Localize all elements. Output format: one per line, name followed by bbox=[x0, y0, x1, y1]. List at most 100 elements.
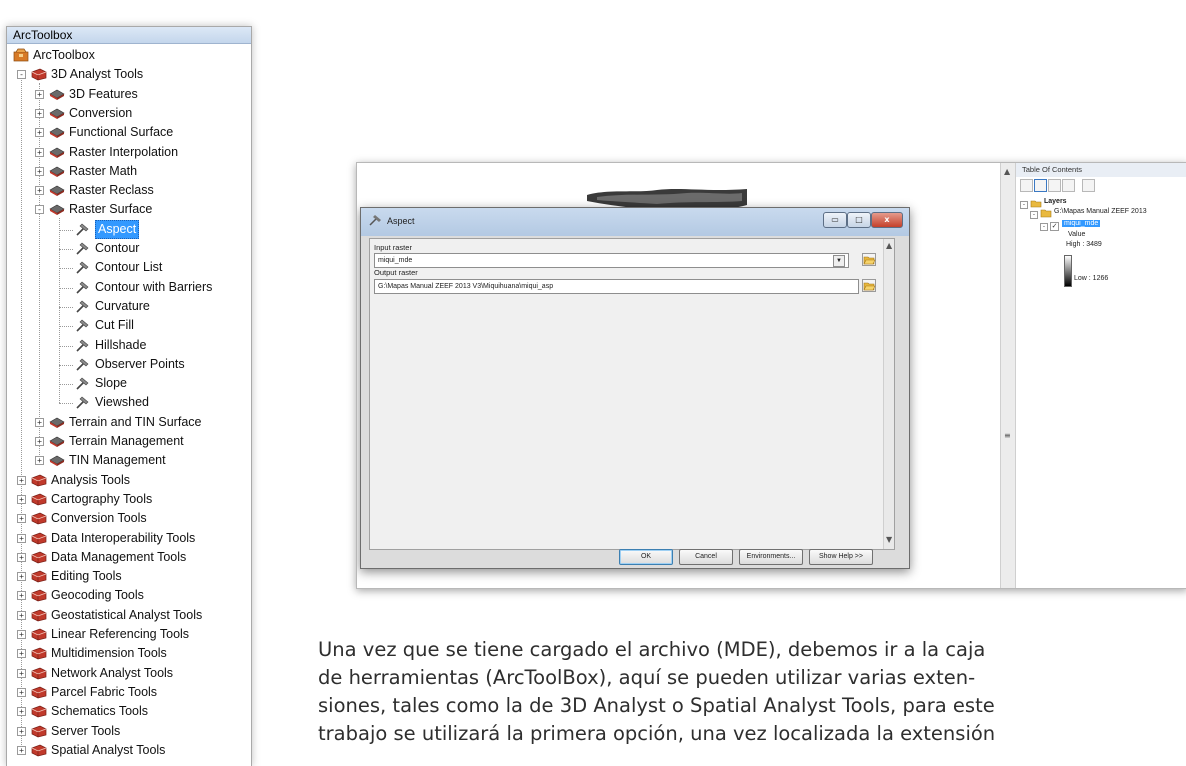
open-folder-icon[interactable] bbox=[862, 253, 876, 266]
toc-layer-name[interactable]: miqui_mde bbox=[1062, 220, 1101, 227]
input-raster-select[interactable]: miqui_mde ▼ bbox=[374, 253, 849, 268]
tree-item-3d-features[interactable]: +3D Features bbox=[7, 85, 247, 104]
close-button[interactable]: x bbox=[871, 212, 903, 228]
options-icon[interactable] bbox=[1082, 179, 1095, 192]
expand-icon[interactable]: + bbox=[35, 89, 44, 99]
tree-item-tin-management[interactable]: + TIN Management bbox=[7, 451, 247, 470]
tree-item-schematics-tools[interactable]: + Schematics Tools bbox=[7, 702, 247, 721]
expand-icon[interactable]: + bbox=[17, 745, 26, 755]
legend-value-label: Value bbox=[1068, 231, 1086, 238]
tree-item-conversion-tools[interactable]: + Conversion Tools bbox=[7, 509, 247, 528]
tree-item-contour[interactable]: Contour bbox=[7, 239, 247, 258]
tree-item-raster-reclass[interactable]: + Raster Reclass bbox=[7, 181, 247, 200]
tree-item-viewshed[interactable]: Viewshed bbox=[7, 393, 247, 412]
expand-icon[interactable]: + bbox=[17, 668, 26, 678]
chevron-down-icon[interactable]: ▼ bbox=[833, 255, 845, 267]
tree-item-3d-analyst-tools[interactable]: - 3D Analyst Tools bbox=[7, 65, 247, 84]
collapse-icon[interactable]: - bbox=[17, 70, 26, 80]
tree-item-hillshade[interactable]: Hillshade bbox=[7, 336, 247, 355]
expand-icon[interactable]: + bbox=[17, 494, 26, 504]
show-help-button[interactable]: Show Help >> bbox=[809, 549, 873, 565]
scroll-thumb-grip-icon[interactable]: ≡ bbox=[1004, 431, 1011, 440]
tree-item-analysis-tools[interactable]: + Analysis Tools bbox=[7, 471, 247, 490]
expand-icon[interactable]: + bbox=[17, 572, 26, 582]
tree-item-raster-interpolation[interactable]: + Raster Interpolation bbox=[7, 143, 247, 162]
expand-icon[interactable]: + bbox=[35, 186, 44, 196]
tree-item-conversion[interactable]: + Conversion bbox=[7, 104, 247, 123]
collapse-icon[interactable]: - bbox=[1020, 201, 1028, 209]
tree-item-spatial-analyst-tools[interactable]: + Spatial Analyst Tools bbox=[7, 741, 247, 760]
minimize-button[interactable]: ▭ bbox=[823, 212, 847, 228]
expand-icon[interactable]: + bbox=[17, 591, 26, 601]
tree-item-data-management-tools[interactable]: + Data Management Tools bbox=[7, 548, 247, 567]
map-view[interactable]: Aspect ▭ □ x Input raster miqui_mde ▼ Ou… bbox=[357, 163, 1000, 588]
tree-item-curvature[interactable]: Curvature bbox=[7, 297, 247, 316]
ok-button[interactable]: OK bbox=[619, 549, 673, 565]
expand-icon[interactable]: + bbox=[17, 552, 26, 562]
scroll-down-arrow-icon[interactable]: ▼ bbox=[886, 535, 892, 544]
expand-icon[interactable]: + bbox=[35, 108, 44, 118]
expand-icon[interactable]: + bbox=[35, 128, 44, 138]
tree-item-multidimension-tools[interactable]: + Multidimension Tools bbox=[7, 644, 247, 663]
list-by-visibility-icon[interactable] bbox=[1048, 179, 1061, 192]
dialog-scrollbar[interactable]: ▲ ▼ bbox=[883, 239, 894, 549]
expand-icon[interactable]: + bbox=[35, 437, 44, 446]
cancel-button[interactable]: Cancel bbox=[679, 549, 733, 565]
tree-item-observer-points[interactable]: Observer Points bbox=[7, 355, 247, 374]
tree-item-aspect[interactable]: Aspect bbox=[7, 219, 247, 239]
hammer-icon bbox=[75, 260, 91, 274]
expand-icon[interactable]: + bbox=[35, 166, 44, 176]
expand-icon[interactable]: + bbox=[17, 649, 26, 659]
expand-icon[interactable]: + bbox=[17, 707, 26, 717]
collapse-icon[interactable]: - bbox=[1040, 223, 1048, 231]
toolbox-icon bbox=[31, 743, 47, 757]
list-by-drawing-order-icon[interactable] bbox=[1020, 179, 1033, 192]
tree-item-geostatistical-analyst-tools[interactable]: + Geostatistical Analyst Tools bbox=[7, 606, 247, 625]
layer-visibility-checkbox[interactable]: ✓ bbox=[1050, 222, 1059, 231]
tree-item-parcel-fabric-tools[interactable]: + Parcel Fabric Tools bbox=[7, 683, 247, 702]
tree-item-raster-surface[interactable]: - Raster Surface bbox=[7, 200, 247, 219]
tree-item-linear-referencing-tools[interactable]: + Linear Referencing Tools bbox=[7, 625, 247, 644]
tree-item-functional-surface[interactable]: + Functional Surface bbox=[7, 123, 247, 142]
expand-icon[interactable]: + bbox=[17, 533, 26, 543]
list-by-selection-icon[interactable] bbox=[1062, 179, 1075, 192]
tree-item-label: Curvature bbox=[95, 298, 150, 313]
tree-item-network-analyst-tools[interactable]: + Network Analyst Tools bbox=[7, 664, 247, 683]
tree-item-server-tools[interactable]: + Server Tools bbox=[7, 722, 247, 741]
tree-item-terrain-management[interactable]: + Terrain Management bbox=[7, 432, 247, 451]
tree-item-geocoding-tools[interactable]: + Geocoding Tools bbox=[7, 586, 247, 605]
tree-item-contour-with-barriers[interactable]: Contour with Barriers bbox=[7, 278, 247, 297]
tree-item-cut-fill[interactable]: Cut Fill bbox=[7, 316, 247, 335]
dialog-titlebar[interactable]: Aspect ▭ □ x bbox=[361, 208, 909, 236]
tree-item-slope[interactable]: Slope bbox=[7, 374, 247, 393]
map-scrollbar[interactable]: ▲ ≡ bbox=[1000, 163, 1016, 588]
output-raster-input[interactable]: G:\Mapas Manual ZEEF 2013 V3\Miquihuana\… bbox=[374, 279, 859, 294]
tree-item-contour-list[interactable]: Contour List bbox=[7, 258, 247, 277]
expand-icon[interactable]: + bbox=[17, 514, 26, 524]
collapse-icon[interactable]: - bbox=[35, 205, 44, 215]
tree-item-terrain-and-tin-surface[interactable]: + Terrain and TIN Surface bbox=[7, 413, 247, 432]
tree-item-editing-tools[interactable]: + Editing Tools bbox=[7, 567, 247, 586]
tree-item-cartography-tools[interactable]: + Cartography Tools bbox=[7, 490, 247, 509]
scroll-up-arrow-icon[interactable]: ▲ bbox=[886, 241, 892, 250]
toolbox-icon bbox=[31, 608, 47, 622]
expand-icon[interactable]: + bbox=[17, 726, 26, 736]
tree-item-arctoolbox[interactable]: ArcToolbox bbox=[7, 46, 247, 65]
expand-icon[interactable]: + bbox=[17, 687, 26, 697]
environments-button[interactable]: Environments... bbox=[739, 549, 803, 565]
expand-icon[interactable]: + bbox=[17, 475, 26, 485]
expand-icon[interactable]: + bbox=[35, 147, 44, 157]
expand-icon[interactable]: + bbox=[35, 456, 44, 466]
expand-icon[interactable]: + bbox=[17, 610, 26, 620]
scroll-up-arrow-icon[interactable]: ▲ bbox=[1004, 167, 1010, 176]
tree-item-data-interoperability-tools[interactable]: + Data Interoperability Tools bbox=[7, 529, 247, 548]
toolset-icon bbox=[49, 415, 65, 429]
expand-icon[interactable]: + bbox=[35, 417, 44, 427]
toolset-icon bbox=[49, 434, 65, 448]
open-folder-icon[interactable] bbox=[862, 279, 876, 292]
collapse-icon[interactable]: - bbox=[1030, 211, 1038, 219]
expand-icon[interactable]: + bbox=[17, 630, 26, 639]
maximize-button[interactable]: □ bbox=[847, 212, 871, 228]
tree-item-raster-math[interactable]: + Raster Math bbox=[7, 162, 247, 181]
list-by-source-icon[interactable] bbox=[1034, 179, 1047, 192]
